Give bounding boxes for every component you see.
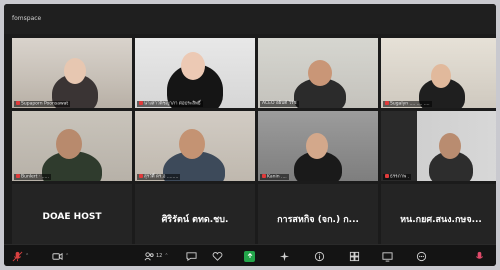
participant-name: ACEO อธิบดี วิรัช [260,101,299,107]
participant-tile[interactable]: Bunlert · ..... [12,111,132,181]
participant-display-name: หน.กยศ.สนง.กษจ... [400,215,482,225]
participant-name: Bunlert · ..... [14,173,51,180]
share-screen-button[interactable] [244,250,255,262]
participants-count: 12 [156,253,163,259]
participant-tile[interactable]: Supaporn Poonsawat [12,38,132,108]
mic-muted-icon [385,173,389,178]
participant-tile-active-speaker[interactable]: ACEO อธิบดี วิรัช [258,38,378,108]
participant-display-name: ศิริรัตน์ ตทด.ชบ. [161,215,229,225]
apps-icon [349,251,360,261]
participant-display-name: DOAE HOST [42,212,102,222]
chevron-down-icon[interactable]: ⌃ [65,253,69,259]
leave-button[interactable] [474,250,485,262]
mic-muted-icon [385,100,389,105]
chat-icon [186,251,197,261]
sparkle-icon [279,251,290,261]
mic-muted-icon [139,173,143,178]
participant-name: Kanin .... [260,173,289,180]
participant-tile[interactable]: นางสาวพิชญาภา ต่อประสิทธิ์ [135,38,255,108]
more-button[interactable] [416,250,427,262]
mic-muted-icon [16,173,20,178]
meeting-toolbar: ⌃ ⌃ 12 ⌃ [4,244,496,266]
title-bar: fomspace [4,4,496,34]
info-button[interactable] [314,250,325,262]
app-title: fomspace [12,15,42,22]
participant-name: ธรรภาพ . [383,173,411,180]
participant-tile[interactable]: สุรวัศิ์ ดร.อ ........ [135,111,255,181]
participant-name: Sugalyn .... .... .... [383,100,432,107]
ai-companion-button[interactable] [279,250,290,262]
info-icon [314,251,325,261]
share-screen-icon [244,250,255,262]
microphone-muted-icon [12,251,23,261]
participant-tile[interactable]: ธรรภาพ . [381,111,496,181]
chevron-down-icon[interactable]: ⌃ [164,253,168,259]
participant-name: นางสาวพิชญาภา ต่อประสิทธิ์ [137,100,203,107]
mic-muted-icon [262,173,266,178]
participant-tile[interactable]: Kanin .... [258,111,378,181]
monitor-icon [382,251,393,262]
participant-display-name: การสหกิจ (จก.) ก... [277,215,359,225]
mic-muted-icon [16,100,20,105]
participant-tile[interactable]: Sugalyn .... .... .... [381,38,496,108]
participants-button[interactable]: 12 ⌃ [144,250,169,262]
zoom-window: fomspace Supaporn Poonsawat นางสาวพิชญาภ… [4,4,496,266]
record-button[interactable] [382,250,393,262]
video-button[interactable]: ⌃ [52,250,69,262]
microphone-button[interactable]: ⌃ [12,250,29,262]
participant-name: Supaporn Poonsawat [14,100,71,107]
chevron-down-icon[interactable]: ⌃ [25,253,29,259]
heart-icon [212,251,223,261]
apps-button[interactable] [349,250,360,262]
video-camera-icon [52,252,63,260]
mic-muted-icon [139,100,143,105]
chat-button[interactable] [186,250,197,262]
more-icon [416,251,427,261]
mic-red-icon [475,251,484,259]
reactions-button[interactable] [212,250,223,262]
people-icon [144,251,154,260]
participant-name: สุรวัศิ์ ดร.อ ........ [137,173,181,180]
